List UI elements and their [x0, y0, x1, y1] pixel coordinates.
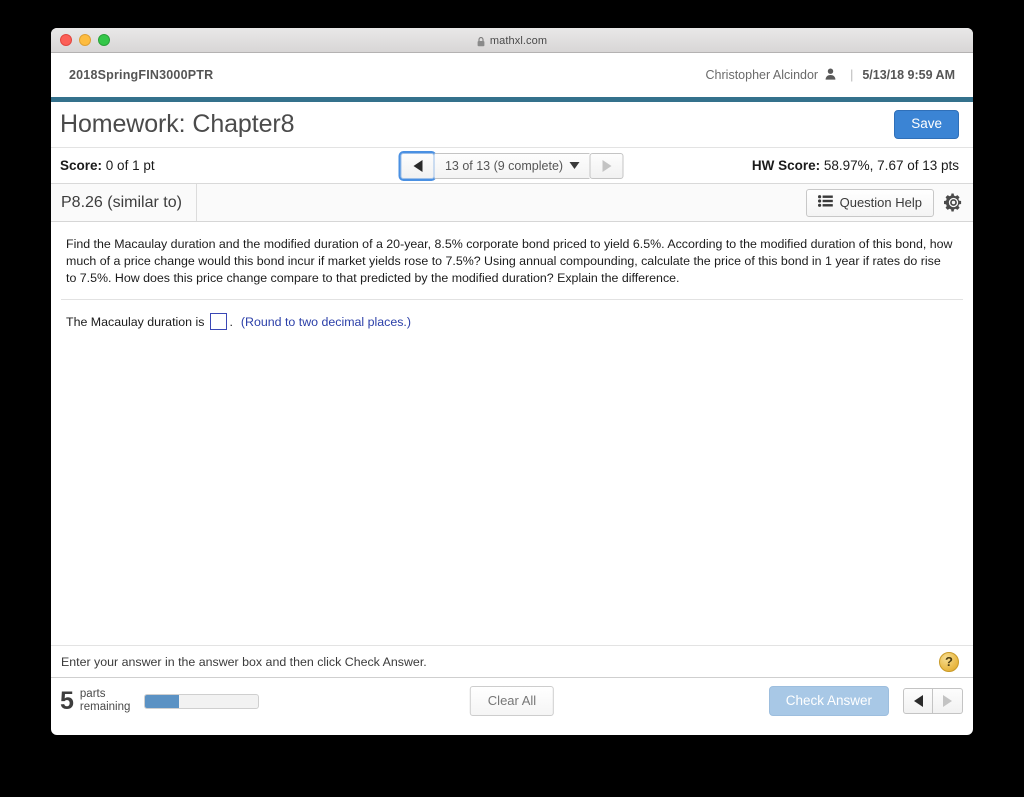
- clear-all-button[interactable]: Clear All: [469, 686, 555, 716]
- triangle-right-icon: [943, 695, 952, 707]
- save-button[interactable]: Save: [894, 110, 959, 139]
- session-timestamp: 5/13/18 9:59 AM: [862, 68, 955, 82]
- lock-icon: [477, 36, 485, 47]
- triangle-left-icon: [913, 695, 923, 707]
- browser-window: mathxl.com 2018SpringFIN3000PTR Christop…: [51, 28, 973, 735]
- question-score: Score: 0 of 1 pt: [60, 158, 155, 173]
- parts-label-line1: parts: [79, 688, 106, 700]
- answer-row: The Macaulay duration is . (Round to two…: [51, 300, 973, 330]
- rounding-hint: (Round to two decimal places.): [240, 314, 411, 329]
- parts-remaining-label: parts remaining: [80, 688, 131, 714]
- part-prev-button[interactable]: [903, 688, 933, 714]
- url-text: mathxl.com: [489, 34, 548, 47]
- homework-score: HW Score: 58.97%, 7.67 of 13 pts: [752, 158, 959, 173]
- question-help-button[interactable]: Question Help: [805, 188, 934, 217]
- triangle-right-icon: [602, 159, 611, 172]
- problem-header: P8.26 (similar to) Question Help: [51, 184, 973, 222]
- gear-icon: [944, 193, 962, 212]
- person-icon[interactable]: [825, 68, 836, 83]
- site-header: 2018SpringFIN3000PTR Christopher Alcindo…: [51, 53, 973, 97]
- bottom-toolbar: 5 parts remaining Clear All Check Answer: [51, 677, 973, 724]
- pager-next-button[interactable]: [589, 152, 624, 179]
- hw-score-value: 58.97%, 7.67 of 13 pts: [823, 158, 959, 173]
- question-mark-icon: ?: [945, 654, 953, 669]
- part-next-button[interactable]: [933, 688, 963, 714]
- list-icon: [817, 194, 833, 210]
- progress-bar: [144, 693, 260, 709]
- assignment-title-row: Homework: Chapter8 Save: [51, 102, 973, 148]
- header-user-area: Christopher Alcindor | 5/13/18 9:59 AM: [706, 68, 955, 83]
- answer-prompt: The Macaulay duration is: [66, 314, 205, 329]
- parts-label-line2: remaining: [79, 701, 131, 713]
- page-title: Homework: Chapter8: [60, 110, 295, 138]
- help-button[interactable]: ?: [939, 651, 959, 672]
- hw-score-label: HW Score:: [751, 158, 821, 173]
- header-separator: |: [850, 68, 854, 82]
- answer-input[interactable]: [210, 313, 228, 330]
- chevron-down-icon: [569, 162, 580, 169]
- instruction-bar: Enter your answer in the answer box and …: [51, 645, 973, 677]
- toolbar-right-group: Check Answer: [768, 685, 963, 717]
- user-name: Christopher Alcindor: [705, 68, 819, 82]
- part-nav-group: [903, 688, 963, 714]
- answer-period: .: [229, 314, 233, 329]
- question-text: Find the Macaulay duration and the modif…: [66, 237, 953, 285]
- problem-id: P8.26 (similar to): [51, 184, 197, 221]
- question-pager: 13 of 13 (9 complete): [398, 150, 624, 181]
- enter-instruction: Enter your answer in the answer box and …: [61, 654, 427, 669]
- progress-bar-fill: [145, 694, 180, 708]
- course-code: 2018SpringFIN3000PTR: [69, 68, 214, 82]
- score-label: Score:: [60, 158, 103, 173]
- score-bar: Score: 0 of 1 pt 13 of 13 (9 complete) H…: [51, 148, 973, 184]
- score-value: 0 of 1 pt: [105, 158, 155, 173]
- parts-remaining-count: 5: [60, 686, 74, 715]
- pager-prev-button[interactable]: [398, 150, 437, 181]
- browser-titlebar: mathxl.com: [51, 28, 973, 53]
- check-answer-button[interactable]: Check Answer: [768, 685, 889, 717]
- address-bar[interactable]: mathxl.com: [51, 28, 973, 53]
- question-select-value: 13 of 13 (9 complete): [444, 158, 564, 173]
- question-help-label: Question Help: [839, 194, 922, 210]
- settings-button[interactable]: [944, 193, 963, 212]
- question-select[interactable]: 13 of 13 (9 complete): [434, 152, 590, 179]
- problem-content: Find the Macaulay duration and the modif…: [51, 222, 973, 645]
- triangle-left-icon: [413, 159, 422, 172]
